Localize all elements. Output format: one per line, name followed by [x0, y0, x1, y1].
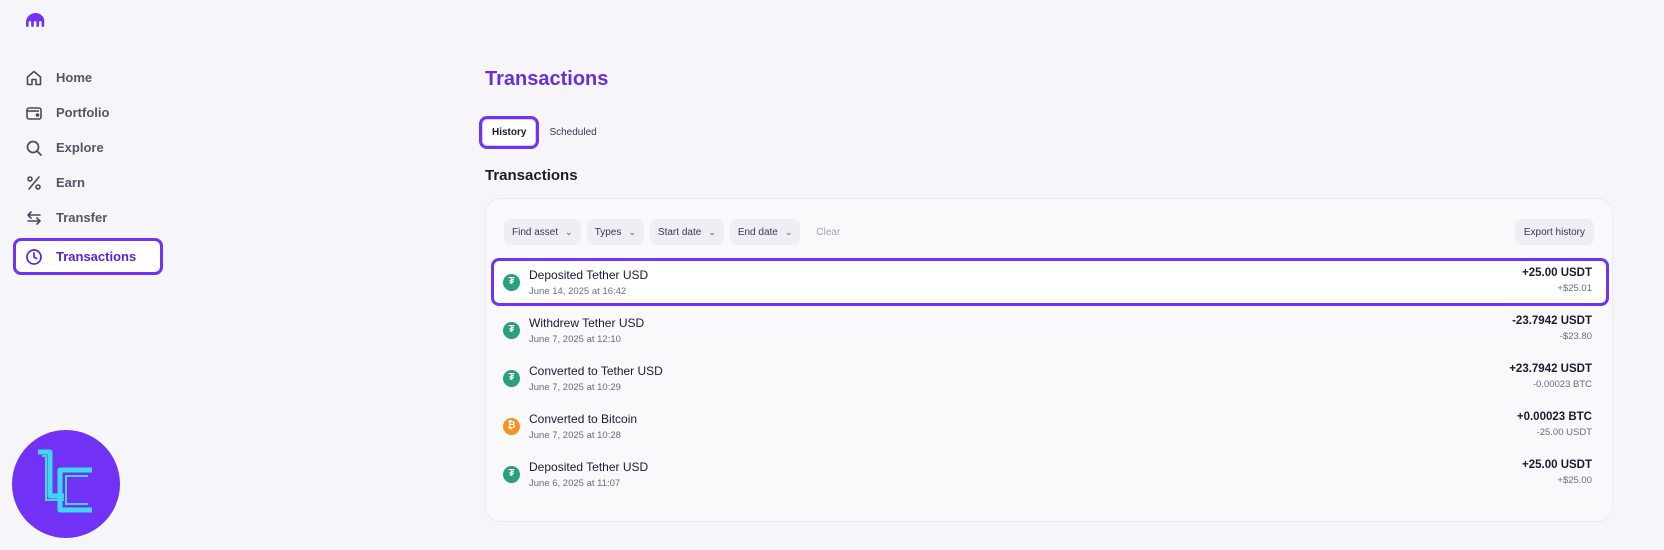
- sidebar-item-label: Home: [56, 70, 93, 85]
- transaction-amount: +25.00 USDT: [1522, 267, 1592, 279]
- chevron-down-icon: ⌄: [565, 226, 573, 237]
- kraken-logo-icon[interactable]: [26, 13, 45, 27]
- transaction-date: June 7, 2025 at 10:28: [529, 429, 621, 441]
- tab-history[interactable]: History: [479, 116, 540, 149]
- clear-filters-button[interactable]: Clear: [816, 227, 840, 238]
- wallet-icon: [24, 103, 44, 123]
- end-date-label: End date: [737, 226, 778, 238]
- tether-icon: ₮: [503, 369, 520, 387]
- transaction-title: Deposited Tether USD: [529, 267, 649, 282]
- tether-icon: ₮: [503, 321, 520, 339]
- transaction-date: June 6, 2025 at 11:07: [529, 477, 621, 489]
- transaction-row[interactable]: ₿ Converted to Bitcoin June 7, 2025 at 1…: [491, 402, 1609, 450]
- tether-icon: ₮: [503, 465, 520, 483]
- transaction-sub-amount: -$23.80: [1559, 331, 1592, 342]
- end-date-dropdown[interactable]: End date ⌄: [729, 219, 801, 245]
- transaction-sub-amount: +$25.00: [1557, 475, 1592, 486]
- chevron-down-icon: ⌄: [784, 226, 793, 237]
- transaction-amount: +25.00 USDT: [1522, 459, 1592, 471]
- page-title: Transactions: [485, 68, 609, 90]
- transaction-date: June 7, 2025 at 10:29: [529, 381, 621, 393]
- sidebar-item-home[interactable]: Home: [13, 60, 163, 95]
- transaction-amount: +0.00023 BTC: [1516, 411, 1592, 423]
- app-root: Home Portfolio Explore Earn Transfer Tra…: [0, 0, 1664, 550]
- start-date-label: Start date: [657, 226, 702, 238]
- sidebar-item-transfer[interactable]: Transfer: [13, 200, 163, 235]
- sidebar-item-portfolio[interactable]: Portfolio: [13, 95, 163, 130]
- transaction-title: Converted to Tether USD: [529, 363, 663, 378]
- transaction-title: Converted to Bitcoin: [529, 411, 638, 426]
- transaction-row[interactable]: ₮ Converted to Tether USD June 7, 2025 a…: [491, 354, 1609, 402]
- chevron-down-icon: ⌄: [628, 226, 636, 237]
- start-date-dropdown[interactable]: Start date ⌄: [649, 219, 724, 245]
- sidebar-item-label: Transfer: [56, 210, 108, 225]
- types-dropdown[interactable]: Types ⌄: [586, 219, 644, 245]
- transaction-row[interactable]: ₮ Withdrew Tether USD June 7, 2025 at 12…: [491, 306, 1609, 354]
- section-title: Transactions: [485, 167, 578, 184]
- sidebar-item-label: Explore: [56, 140, 104, 155]
- sidebar-item-label: Transactions: [56, 249, 137, 264]
- bitcoin-icon: ₿: [503, 417, 520, 435]
- transaction-sub-amount: -0.00023 BTC: [1532, 379, 1592, 390]
- clock-icon: [24, 247, 44, 267]
- sidebar-item-transactions[interactable]: Transactions: [13, 238, 163, 275]
- search-icon: [24, 138, 44, 158]
- transaction-amount: +23.7942 USDT: [1509, 363, 1592, 375]
- transaction-title: Withdrew Tether USD: [529, 315, 645, 330]
- find-asset-label: Find asset: [512, 226, 559, 238]
- chevron-down-icon: ⌄: [708, 226, 716, 237]
- filter-bar: Find asset ⌄ Types ⌄ Start date ⌄ End da…: [504, 219, 840, 245]
- export-history-button[interactable]: Export history: [1514, 219, 1594, 245]
- home-icon: [24, 68, 44, 88]
- transaction-sub-amount: +$25.01: [1557, 283, 1592, 294]
- transactions-card: Find asset ⌄ Types ⌄ Start date ⌄ End da…: [485, 198, 1613, 522]
- sidebar-item-label: Earn: [56, 175, 85, 190]
- sidebar-item-label: Portfolio: [56, 105, 110, 120]
- brand-watermark-logo: [12, 430, 120, 538]
- transaction-title: Deposited Tether USD: [529, 459, 649, 474]
- transaction-row[interactable]: ₮ Deposited Tether USD June 6, 2025 at 1…: [491, 450, 1609, 498]
- tether-icon: ₮: [503, 273, 520, 291]
- percent-icon: [24, 173, 44, 193]
- transaction-amount: -23.7942 USDT: [1512, 315, 1592, 327]
- transaction-date: June 14, 2025 at 16:42: [529, 285, 627, 297]
- sidebar-nav: Home Portfolio Explore Earn Transfer Tra…: [13, 60, 163, 275]
- sidebar-item-earn[interactable]: Earn: [13, 165, 163, 200]
- tab-bar: History Scheduled: [479, 116, 607, 149]
- types-label: Types: [594, 226, 622, 238]
- transaction-date: June 7, 2025 at 12:10: [529, 333, 621, 345]
- transaction-list: ₮ Deposited Tether USD June 14, 2025 at …: [491, 258, 1609, 498]
- sidebar-item-explore[interactable]: Explore: [13, 130, 163, 165]
- transaction-sub-amount: -25.00 USDT: [1536, 427, 1592, 438]
- find-asset-dropdown[interactable]: Find asset ⌄: [504, 219, 581, 245]
- transaction-row[interactable]: ₮ Deposited Tether USD June 14, 2025 at …: [491, 258, 1609, 306]
- tab-scheduled[interactable]: Scheduled: [539, 119, 606, 146]
- transfer-arrows-icon: [24, 208, 44, 228]
